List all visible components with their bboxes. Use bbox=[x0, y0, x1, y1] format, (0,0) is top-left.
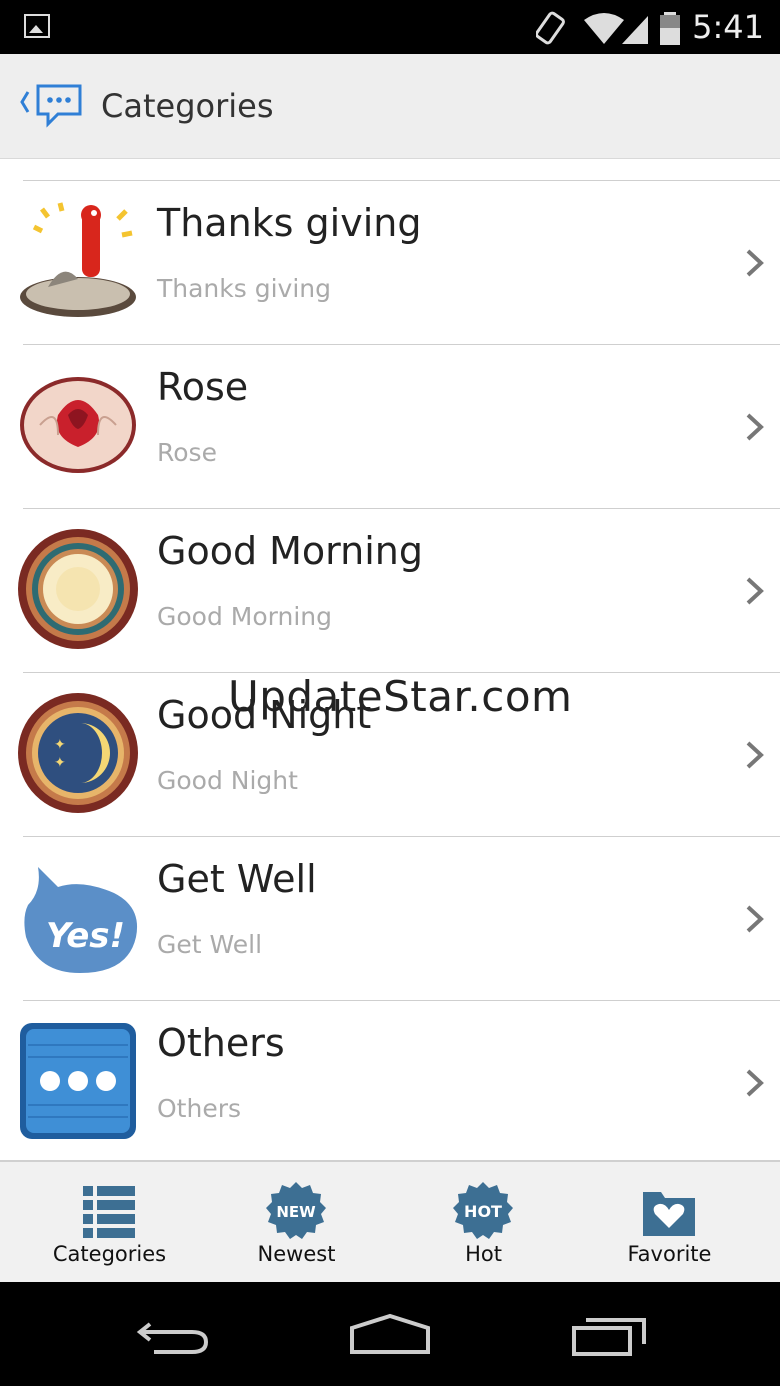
turkey-icon bbox=[20, 202, 136, 317]
chevron-right-icon bbox=[746, 413, 764, 441]
category-row-get-well[interactable]: Yes! Get Well Get Well bbox=[23, 836, 780, 1000]
tab-label: Newest bbox=[257, 1242, 336, 1266]
moon-badge-icon: ✦ ✦ bbox=[18, 693, 138, 813]
page-title: Categories bbox=[101, 87, 274, 125]
rose-icon bbox=[20, 377, 136, 473]
category-subtitle: Rose bbox=[157, 438, 217, 467]
more-dots-icon bbox=[20, 1023, 136, 1139]
tab-bar: Categories NEW Newest HOT Hot Favorite bbox=[0, 1160, 780, 1284]
tab-newest[interactable]: NEW Newest bbox=[199, 1162, 394, 1284]
status-bar: 5:41 bbox=[0, 0, 780, 54]
chevron-right-icon bbox=[746, 1069, 764, 1097]
rotate-icon bbox=[536, 11, 565, 45]
category-row-thanks-giving[interactable]: Thanks giving Thanks giving bbox=[20, 180, 780, 344]
tab-label: Favorite bbox=[627, 1242, 712, 1266]
signal-icon bbox=[622, 16, 648, 44]
yes-bubble-text: Yes! bbox=[46, 916, 125, 956]
tab-favorite[interactable]: Favorite bbox=[572, 1162, 767, 1284]
wifi-icon bbox=[584, 13, 624, 44]
watermark: UpdateStar.com bbox=[228, 672, 573, 721]
chevron-right-icon bbox=[746, 249, 764, 277]
category-title: Rose bbox=[157, 365, 249, 409]
tab-label: Categories bbox=[52, 1242, 167, 1266]
new-badge-text: NEW bbox=[276, 1203, 316, 1221]
hot-badge-text: HOT bbox=[464, 1202, 502, 1221]
category-title: Thanks giving bbox=[157, 201, 422, 245]
heart-folder-icon bbox=[643, 1192, 695, 1236]
category-title: Good Morning bbox=[157, 529, 423, 573]
category-row-good-morning[interactable]: Good Morning Good Morning bbox=[18, 508, 780, 672]
category-title: Get Well bbox=[157, 857, 317, 901]
hot-badge-icon: HOT bbox=[453, 1182, 513, 1239]
sun-badge-icon bbox=[18, 529, 138, 649]
category-subtitle: Get Well bbox=[157, 930, 263, 959]
navigation-bar bbox=[0, 1282, 780, 1386]
svg-text:✦: ✦ bbox=[54, 755, 66, 771]
new-badge-icon: NEW bbox=[266, 1182, 326, 1239]
recent-apps-icon[interactable] bbox=[570, 1314, 650, 1358]
back-icon[interactable] bbox=[136, 1316, 212, 1356]
category-subtitle: Others bbox=[157, 1094, 242, 1123]
battery-icon bbox=[660, 12, 680, 45]
category-row-rose[interactable]: Rose Rose bbox=[20, 344, 780, 508]
yes-bubble-icon: Yes! bbox=[24, 867, 138, 973]
category-subtitle: Good Night bbox=[157, 766, 298, 795]
category-subtitle: Thanks giving bbox=[157, 274, 331, 303]
tab-hot[interactable]: HOT Hot bbox=[386, 1162, 581, 1284]
status-time: 5:41 bbox=[692, 8, 764, 46]
home-icon[interactable] bbox=[348, 1312, 432, 1356]
category-row-others[interactable]: Others Others bbox=[20, 1000, 780, 1164]
status-icons bbox=[536, 11, 680, 45]
chevron-right-icon bbox=[746, 741, 764, 769]
category-subtitle: Good Morning bbox=[157, 602, 332, 631]
chevron-right-icon bbox=[746, 577, 764, 605]
gallery-notification-icon bbox=[24, 14, 50, 38]
tab-label: Hot bbox=[465, 1242, 502, 1266]
category-title: Others bbox=[157, 1021, 285, 1065]
chevron-right-icon bbox=[746, 905, 764, 933]
app-bar: Categories bbox=[0, 54, 780, 159]
svg-text:✦: ✦ bbox=[54, 737, 66, 753]
back-chat-icon[interactable] bbox=[18, 82, 84, 128]
tab-categories[interactable]: Categories bbox=[12, 1162, 207, 1284]
list-icon bbox=[83, 1186, 135, 1238]
